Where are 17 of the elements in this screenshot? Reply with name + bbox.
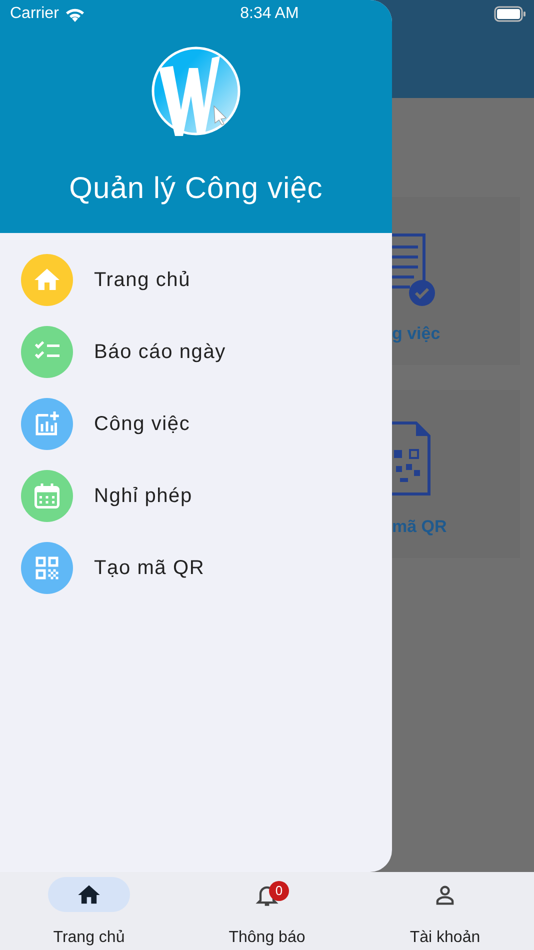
drawer-menu-item[interactable]: Trang chủ [0,244,392,316]
battery-icon [494,6,526,22]
status-time: 8:34 AM [240,4,299,24]
app-title: Quản lý Công việc [69,171,323,207]
drawer-menu-item[interactable]: Nghỉ phép [0,460,392,532]
wifi-icon [64,6,85,22]
nav-tab[interactable]: Trang chủ [0,872,178,950]
card-label: mã QR [392,516,447,538]
drawer-menu-item[interactable]: Báo cáo ngày [0,316,392,388]
carrier-label: Carrier [10,4,59,24]
drawer-menu-item[interactable]: Công việc [0,388,392,460]
card-label: g việc [392,323,440,345]
logo-icon [151,46,241,136]
drawer-menu-item[interactable]: Tạo mã QR [0,532,392,604]
nav-tab[interactable]: Tài khoản [356,872,534,950]
notification-badge: 0 [269,881,289,901]
nav-tab[interactable]: 0 Thông báo [178,872,356,950]
